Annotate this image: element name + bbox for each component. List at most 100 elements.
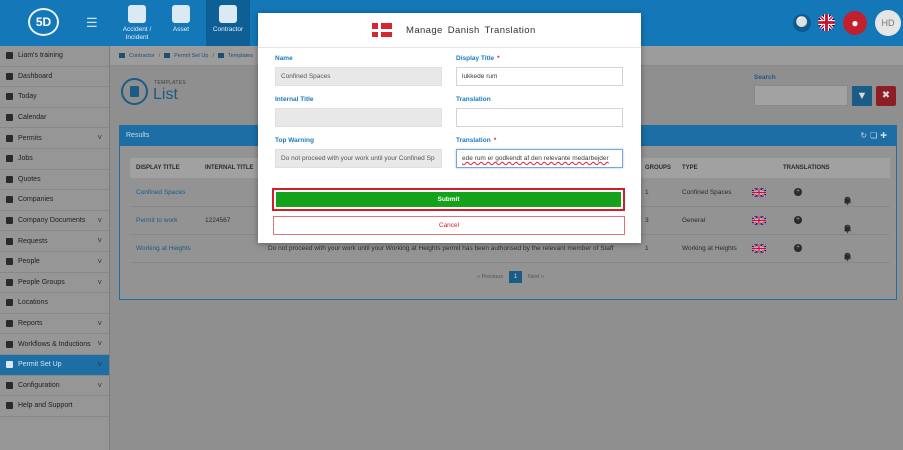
- documents-icon: [6, 217, 13, 225]
- uk-flag-icon[interactable]: [751, 187, 767, 198]
- internal-title-translation-input[interactable]: [456, 108, 623, 127]
- sidebar-item-people-groups[interactable]: People Groups ˅: [0, 273, 109, 294]
- uk-flag-icon[interactable]: [751, 243, 767, 254]
- results-title: Results: [126, 132, 150, 139]
- row-groups: 1: [645, 189, 649, 196]
- emergency-drop-icon[interactable]: ●: [843, 11, 867, 35]
- configuration-icon: [6, 381, 13, 389]
- template-icon: [217, 53, 224, 58]
- sidebar-item-people[interactable]: People ˅: [0, 252, 109, 273]
- breadcrumb-item[interactable]: Permit Set Up: [174, 53, 208, 59]
- add-icon[interactable]: ✚: [880, 131, 890, 140]
- chevron-down-icon[interactable]: ˅: [97, 360, 102, 369]
- add-translation-icon[interactable]: +: [794, 244, 802, 252]
- translation-label: Translation: [456, 96, 491, 103]
- chevron-down-icon[interactable]: ˅: [97, 236, 102, 245]
- module-contractor[interactable]: Contractor: [206, 0, 250, 46]
- sidebar-item-workflows-inductions[interactable]: Workflows & Inductions ˅: [0, 334, 109, 355]
- sidebar-item-calendar[interactable]: Calendar: [0, 108, 109, 129]
- templates-list-icon: [121, 78, 148, 105]
- column-translations: TRANSLATIONS: [783, 165, 830, 171]
- sidebar-item-permits[interactable]: Permits ˅: [0, 128, 109, 149]
- breadcrumb-separator: /: [158, 52, 161, 59]
- sidebar-item-requests[interactable]: Requests ˅: [0, 231, 109, 252]
- sidebar-item-company-documents[interactable]: Company Documents ˅: [0, 211, 109, 232]
- chevron-down-icon[interactable]: ˅: [97, 319, 102, 328]
- today-icon: [6, 93, 13, 101]
- sidebar-item-today[interactable]: Today: [0, 87, 109, 108]
- uk-flag-icon[interactable]: [818, 14, 835, 31]
- menu-icon[interactable]: ☰: [86, 16, 98, 29]
- sidebar-item-label: Dashboard: [18, 72, 53, 80]
- warning-translation-input[interactable]: ede rum er godkendt af den relevante med…: [456, 149, 623, 168]
- sidebar-item-locations[interactable]: Locations: [0, 293, 109, 314]
- row-display-title[interactable]: Confined Spaces: [136, 189, 186, 196]
- sidebar-item-dashboard[interactable]: Dashboard: [0, 67, 109, 88]
- refresh-icon[interactable]: ↻: [860, 131, 870, 140]
- add-translation-icon[interactable]: +: [794, 216, 802, 224]
- row-display-title[interactable]: Working at Heights: [136, 245, 191, 252]
- display-title-input[interactable]: lukkede rum: [456, 67, 623, 86]
- sidebar-item-permit-set-up[interactable]: Permit Set Up ˅: [0, 354, 109, 376]
- required-marker: *: [493, 137, 497, 144]
- column-internal-title[interactable]: INTERNAL TITLE: [205, 165, 254, 171]
- column-type[interactable]: TYPE: [682, 165, 698, 171]
- module-accident-incident[interactable]: Accident / Incident: [115, 0, 159, 46]
- sidebar-item-label: Reports: [18, 320, 43, 328]
- warning-translation-label-text: Translation: [456, 137, 491, 144]
- sidebar-item-label: Today: [18, 93, 37, 101]
- chevron-down-icon[interactable]: ˅: [97, 381, 102, 390]
- modal-header: Manage Danish Translation: [258, 13, 641, 48]
- first-aid-icon: [128, 5, 146, 23]
- sidebar-item-label: Company Documents: [18, 217, 86, 225]
- module-asset[interactable]: Asset: [159, 0, 203, 46]
- module-label: Asset: [172, 26, 190, 33]
- notifications-bell-icon[interactable]: ⚪: [793, 14, 811, 32]
- filter-icon: ▼: [856, 90, 868, 102]
- search-input[interactable]: [754, 85, 848, 106]
- sidebar-item-quotes[interactable]: Quotes: [0, 170, 109, 191]
- sidebar-item-label: Workflows & Inductions: [18, 340, 91, 348]
- clear-search-button[interactable]: ✖: [876, 86, 896, 106]
- display-title-label: Display Title *: [456, 55, 500, 62]
- user-avatar[interactable]: HD: [875, 10, 901, 36]
- breadcrumb-item[interactable]: Templates: [228, 53, 253, 59]
- uk-flag-icon[interactable]: [751, 215, 767, 226]
- filter-button[interactable]: ▼: [852, 86, 872, 106]
- column-display-title[interactable]: DISPLAY TITLE: [136, 165, 180, 171]
- submit-button[interactable]: Submit: [272, 188, 625, 211]
- previous-page-link[interactable]: « Previous: [477, 274, 503, 280]
- sidebar-item-configuration[interactable]: Configuration ˅: [0, 376, 109, 397]
- cancel-button[interactable]: Cancel: [273, 216, 625, 235]
- copy-icon[interactable]: ❏: [870, 131, 880, 140]
- sidebar-item-reports[interactable]: Reports ˅: [0, 314, 109, 335]
- sidebar-item-liam-s-training[interactable]: Liam's training: [0, 46, 109, 67]
- chevron-down-icon[interactable]: ˅: [97, 339, 102, 348]
- chevron-down-icon[interactable]: ˅: [97, 278, 102, 287]
- chevron-down-icon[interactable]: ˅: [97, 133, 102, 142]
- chevron-down-icon[interactable]: ˅: [97, 216, 102, 225]
- column-groups[interactable]: GROUPS: [645, 165, 671, 171]
- warning-translation-text: ede rum er godkendt af den relevante med…: [462, 155, 609, 162]
- name-label-text: Name: [275, 55, 293, 62]
- companies-icon: [6, 196, 13, 204]
- permits-icon: [6, 134, 13, 142]
- chevron-down-icon[interactable]: ˅: [97, 257, 102, 266]
- add-translation-icon[interactable]: +: [794, 188, 802, 196]
- next-page-link[interactable]: Next »: [528, 274, 544, 280]
- locations-icon: [6, 299, 13, 307]
- sidebar-item-help-and-support[interactable]: Help and Support: [0, 396, 109, 417]
- page-number[interactable]: 1: [509, 271, 522, 283]
- sidebar-item-label: Jobs: [18, 155, 33, 163]
- sidebar-item-companies[interactable]: Companies: [0, 190, 109, 211]
- sidebar-item-label: Calendar: [18, 114, 47, 122]
- breadcrumb-item[interactable]: Contractor: [129, 53, 155, 59]
- app-logo[interactable]: 5D: [28, 8, 59, 36]
- row-display-title[interactable]: Permit to work: [136, 217, 178, 224]
- row-warning: Do not proceed with your work until your…: [268, 245, 614, 252]
- search-icon[interactable]: ⚲: [844, 252, 853, 263]
- sidebar-item-jobs[interactable]: Jobs: [0, 149, 109, 170]
- search-icon[interactable]: ⚲: [844, 224, 853, 235]
- search-icon[interactable]: ⚲: [844, 196, 853, 207]
- row-groups: 1: [645, 245, 649, 252]
